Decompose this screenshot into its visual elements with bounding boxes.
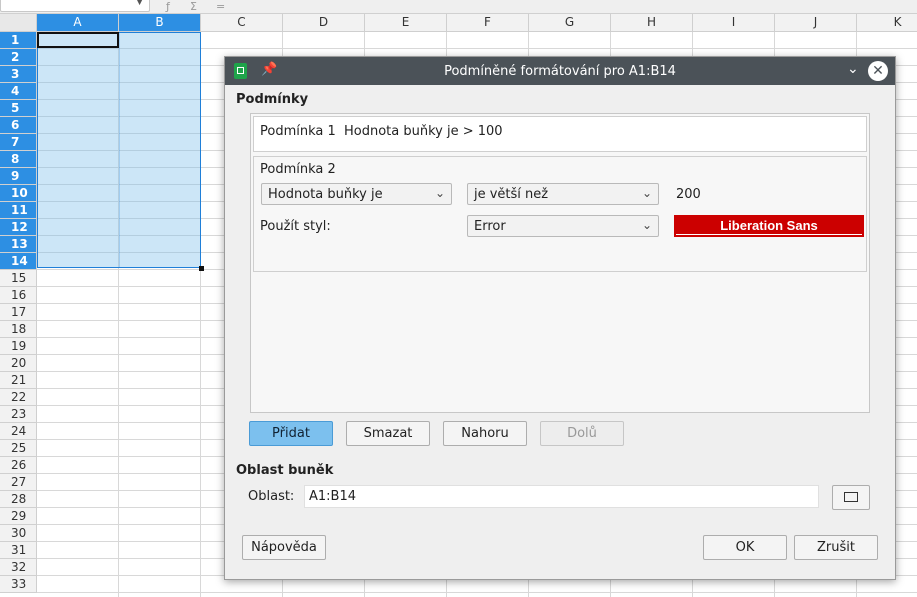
chevron-down-icon[interactable]: ⌄: [847, 61, 859, 77]
help-button[interactable]: Nápověda: [242, 535, 326, 560]
equals-icon[interactable]: =: [216, 0, 225, 13]
row-header[interactable]: 26: [0, 457, 37, 474]
toolbar: ▼ ƒ Σ =: [0, 0, 917, 14]
chevron-down-icon: ⌄: [641, 186, 652, 200]
conditions-heading: Podmínky: [236, 92, 309, 107]
condition-2-label: Podmínka 2: [260, 162, 336, 177]
cell-range-heading: Oblast buněk: [236, 463, 334, 478]
fill-handle[interactable]: [199, 266, 204, 271]
add-button[interactable]: Přidat: [249, 421, 333, 446]
column-header[interactable]: A: [37, 14, 119, 31]
row-header[interactable]: 5: [0, 100, 37, 117]
selected-range[interactable]: [37, 32, 201, 268]
chevron-down-icon: ⌄: [641, 218, 652, 232]
row-header[interactable]: 22: [0, 389, 37, 406]
condition-1-label: Podmínka 1: [260, 124, 336, 139]
row-header[interactable]: 33: [0, 576, 37, 593]
active-cell[interactable]: [37, 32, 119, 48]
row-header[interactable]: 24: [0, 423, 37, 440]
range-input[interactable]: A1:B14: [304, 485, 819, 508]
row-header[interactable]: 29: [0, 508, 37, 525]
operand-value[interactable]: 200: [676, 187, 701, 202]
function-wizard-icon[interactable]: ƒ: [166, 0, 170, 13]
row-header[interactable]: 17: [0, 304, 37, 321]
shrink-dialog-button[interactable]: [832, 485, 870, 510]
column-header[interactable]: E: [365, 14, 447, 31]
column-header[interactable]: G: [529, 14, 611, 31]
delete-button[interactable]: Smazat: [346, 421, 430, 446]
condition-1-summary: Hodnota buňky je > 100: [344, 124, 503, 139]
column-header[interactable]: J: [775, 14, 857, 31]
row-header[interactable]: 18: [0, 321, 37, 338]
operator-value: je větší než: [474, 187, 549, 202]
conditions-list: Podmínka 1 Hodnota buňky je > 100 Podmín…: [250, 113, 870, 413]
row-header[interactable]: 13: [0, 236, 37, 253]
column-header[interactable]: C: [201, 14, 283, 31]
shrink-icon: [844, 492, 858, 502]
dialog-titlebar[interactable]: 📌 Podmíněné formátování pro A1:B14 ⌄ ✕: [225, 57, 895, 85]
row-header[interactable]: 10: [0, 185, 37, 202]
close-icon[interactable]: ✕: [868, 61, 888, 81]
row-header[interactable]: 27: [0, 474, 37, 491]
row-header[interactable]: 4: [0, 83, 37, 100]
ok-button[interactable]: OK: [703, 535, 787, 560]
move-up-button[interactable]: Nahoru: [443, 421, 527, 446]
sum-icon[interactable]: Σ: [190, 0, 197, 13]
column-header[interactable]: H: [611, 14, 693, 31]
row-header[interactable]: 23: [0, 406, 37, 423]
condition-type-value: Hodnota buňky je: [268, 187, 383, 202]
row-header[interactable]: 19: [0, 338, 37, 355]
row-header[interactable]: 31: [0, 542, 37, 559]
column-header[interactable]: D: [283, 14, 365, 31]
name-box[interactable]: ▼: [0, 0, 150, 12]
style-preview-text: Liberation Sans: [720, 218, 818, 233]
column-header-bar: ABCDEFGHIJK: [0, 14, 917, 32]
condition-2-entry[interactable]: Podmínka 2 Hodnota buňky je ⌄ je větší n…: [253, 156, 867, 272]
row-header[interactable]: 11: [0, 202, 37, 219]
operator-select[interactable]: je větší než ⌄: [467, 183, 659, 205]
row-header[interactable]: 16: [0, 287, 37, 304]
row-header[interactable]: 15: [0, 270, 37, 287]
row-header[interactable]: 20: [0, 355, 37, 372]
row-header[interactable]: 7: [0, 134, 37, 151]
column-header[interactable]: F: [447, 14, 529, 31]
apply-style-label: Použít styl:: [260, 219, 331, 234]
row-header[interactable]: 28: [0, 491, 37, 508]
row-header[interactable]: 21: [0, 372, 37, 389]
condition-type-select[interactable]: Hodnota buňky je ⌄: [261, 183, 452, 205]
row-header[interactable]: 8: [0, 151, 37, 168]
chevron-down-icon[interactable]: ▼: [136, 0, 143, 7]
style-select[interactable]: Error ⌄: [467, 215, 659, 237]
cancel-button[interactable]: Zrušit: [794, 535, 878, 560]
style-value: Error: [474, 219, 506, 234]
chevron-down-icon: ⌄: [434, 186, 445, 200]
range-label: Oblast:: [248, 489, 295, 504]
select-all-corner[interactable]: [0, 14, 37, 31]
row-header[interactable]: 6: [0, 117, 37, 134]
column-header[interactable]: I: [693, 14, 775, 31]
row-header[interactable]: 30: [0, 525, 37, 542]
column-header[interactable]: B: [119, 14, 201, 31]
style-preview: Liberation Sans: [674, 215, 864, 237]
row-header[interactable]: 9: [0, 168, 37, 185]
row-header[interactable]: 3: [0, 66, 37, 83]
row-header-bar: 1 2 3 4 5 6 7 8 9 10 11 12 13 14 15 16 17 18 19 20 21 22 23 24 2…: [0, 32, 37, 597]
condition-1-entry[interactable]: Podmínka 1 Hodnota buňky je > 100: [253, 116, 867, 152]
column-header[interactable]: K: [857, 14, 917, 31]
conditional-formatting-dialog: 📌 Podmíněné formátování pro A1:B14 ⌄ ✕ P…: [224, 56, 896, 580]
row-header[interactable]: 32: [0, 559, 37, 576]
row-header[interactable]: 14: [0, 253, 37, 270]
row-header[interactable]: 12: [0, 219, 37, 236]
row-header[interactable]: 1: [0, 32, 37, 49]
row-header[interactable]: 25: [0, 440, 37, 457]
move-down-button[interactable]: Dolů: [540, 421, 624, 446]
row-header[interactable]: 2: [0, 49, 37, 66]
dialog-title: Podmíněné formátování pro A1:B14: [444, 64, 676, 79]
